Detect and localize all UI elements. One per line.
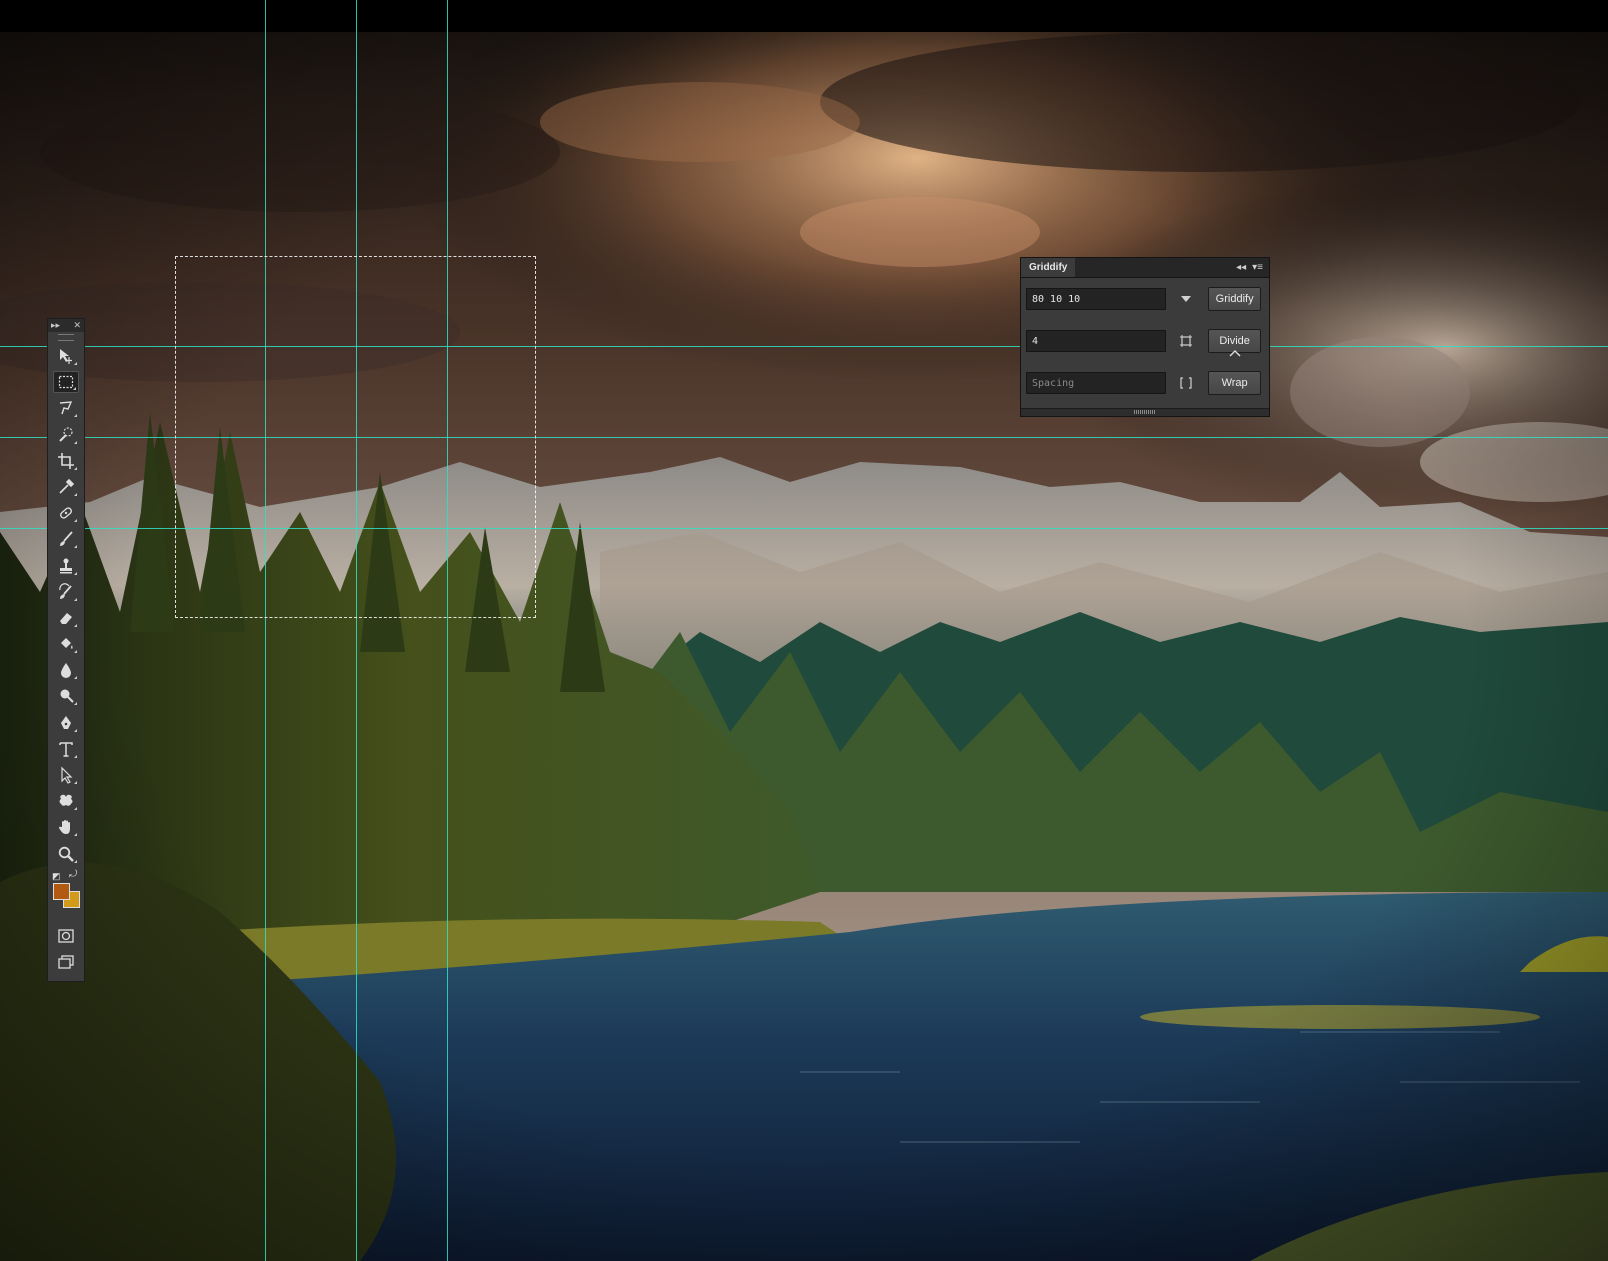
crop-tool-icon (58, 452, 74, 469)
pattern-dropdown[interactable] (1174, 287, 1198, 311)
vertical-guide[interactable] (447, 0, 448, 1261)
wrap-bracket-toggle[interactable] (1174, 371, 1198, 395)
blur-tool-button[interactable] (53, 659, 79, 681)
dodge-tool-button[interactable] (53, 685, 79, 707)
guides-pattern-input[interactable] (1026, 288, 1167, 310)
paint-bucket-tool-icon (61, 638, 73, 650)
brush-tool-button[interactable] (53, 528, 79, 550)
divide-row: Divide (1026, 329, 1261, 357)
spot-healing-brush-tool-icon (60, 507, 72, 519)
history-brush-tool-button[interactable] (53, 581, 79, 603)
dodge-tool-icon (60, 689, 74, 704)
eraser-tool-icon (60, 612, 72, 624)
zoom-tool-icon (58, 846, 74, 862)
lasso-tool-button[interactable] (53, 397, 79, 419)
default-colors-icon[interactable]: ◩ (52, 871, 61, 882)
pen-tool-button[interactable] (53, 712, 79, 734)
vertical-guide[interactable] (356, 0, 357, 1261)
blur-tool-icon (61, 663, 71, 679)
spacing-input[interactable] (1026, 372, 1167, 394)
screen-mode-button[interactable] (53, 951, 79, 973)
quick-selection-tool-icon (59, 426, 73, 442)
griddify-tab[interactable]: Griddify (1021, 258, 1076, 277)
griddify-row: Griddify (1026, 287, 1261, 311)
pen-tool-icon (61, 715, 71, 729)
brush-tool-icon (60, 531, 73, 547)
clone-stamp-tool-button[interactable] (53, 555, 79, 577)
griddify-panel-header[interactable]: Griddify ◂◂ ▾≡ (1021, 258, 1269, 278)
wrap-button[interactable]: Wrap (1208, 371, 1261, 395)
type-tool-button[interactable] (53, 738, 79, 760)
document-canvas[interactable] (0, 32, 1608, 1261)
spot-healing-brush-tool-button[interactable] (53, 502, 79, 524)
type-tool-icon (59, 742, 73, 757)
griddify-panel[interactable]: Griddify ◂◂ ▾≡ Griddify Divide Wrap (1020, 257, 1270, 417)
divide-button[interactable]: Divide (1208, 329, 1261, 357)
landscape-photo (0, 32, 1608, 1261)
wrap-row: Wrap (1026, 371, 1261, 395)
griddify-button[interactable]: Griddify (1208, 287, 1261, 311)
hand-tool-icon (59, 820, 70, 835)
bounding-box-toggle[interactable] (1174, 329, 1198, 353)
history-brush-tool-icon (59, 582, 72, 599)
vertical-guide[interactable] (265, 0, 266, 1261)
path-selection-tool-icon (61, 766, 73, 784)
eyedropper-tool-button[interactable] (53, 476, 79, 498)
paint-bucket-tool-button[interactable] (53, 633, 79, 655)
swap-colors-icon[interactable]: ⤾ (69, 869, 77, 880)
panel-resize-bar[interactable] (1021, 408, 1269, 416)
panel-grip[interactable] (58, 334, 74, 341)
path-selection-tool-button[interactable] (53, 764, 79, 786)
foreground-color-swatch[interactable] (53, 882, 70, 900)
tools-panel-header[interactable]: ▸▸ ✕ (48, 319, 84, 332)
hand-tool-button[interactable] (53, 816, 79, 838)
screen-mode-icon (58, 955, 74, 969)
collapse-panel-icon[interactable]: ◂◂ (1236, 262, 1246, 273)
clone-stamp-tool-icon (60, 558, 72, 573)
custom-shape-tool-icon (59, 794, 73, 806)
collapse-panel-icon[interactable]: ▸▸ (51, 320, 60, 331)
quick-mask-button[interactable] (53, 925, 79, 947)
divide-count-input[interactable] (1026, 330, 1167, 352)
move-tool-icon (60, 349, 72, 364)
close-icon[interactable]: ✕ (73, 320, 81, 331)
lasso-tool-icon (59, 401, 73, 415)
crop-tool-button[interactable] (53, 450, 79, 472)
move-tool-button[interactable] (53, 345, 79, 367)
divide-button-label: Divide (1219, 335, 1250, 347)
zoom-tool-button[interactable] (53, 843, 79, 865)
rectangular-marquee-tool-button[interactable] (53, 371, 79, 394)
bracket-icon (1180, 377, 1192, 389)
chevron-up-icon (1229, 350, 1241, 357)
marquee-selection[interactable] (175, 256, 536, 618)
chevron-down-icon (1181, 296, 1192, 302)
bounding-box-icon (1180, 335, 1193, 347)
quick-selection-tool-button[interactable] (53, 424, 79, 446)
panel-menu-icon[interactable]: ▾≡ (1252, 262, 1263, 273)
eyedropper-tool-icon (59, 478, 75, 494)
quick-mask-icon (58, 929, 74, 943)
tools-panel[interactable]: ▸▸ ✕ ◩ ⤾ (47, 318, 85, 982)
custom-shape-tool-button[interactable] (53, 790, 79, 812)
eraser-tool-button[interactable] (53, 607, 79, 629)
color-swatches: ◩ ⤾ (48, 869, 84, 925)
